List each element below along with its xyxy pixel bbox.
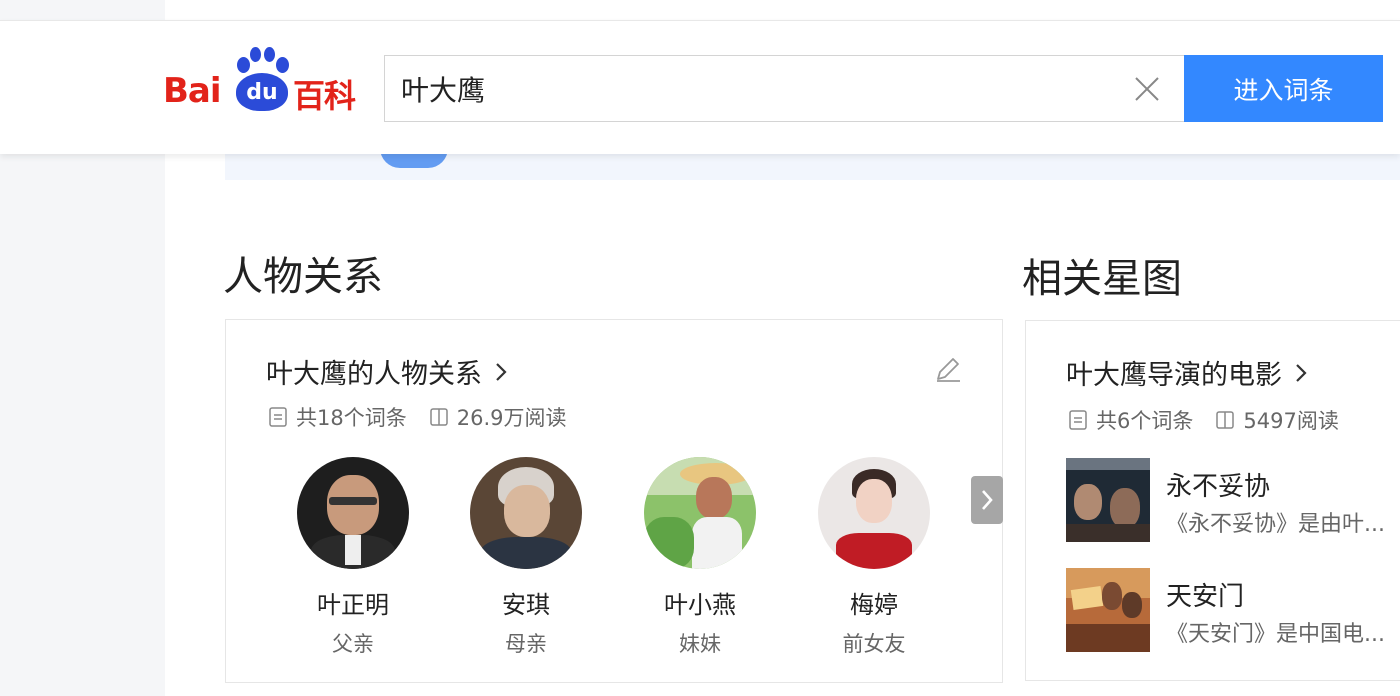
relations-card-meta: 共18个词条 26.9万阅读 [268, 402, 589, 432]
close-icon[interactable] [1133, 75, 1161, 103]
person-relation: 妹妹 [679, 632, 721, 656]
chevron-right-icon [982, 490, 993, 510]
search-box [384, 55, 1186, 122]
movie-item[interactable]: 永不妥协 《永不妥协》是由叶... [1066, 458, 1400, 542]
person-name: 叶正明 [317, 591, 389, 619]
avatar [644, 457, 756, 569]
document-icon [1069, 410, 1087, 430]
relations-section-title: 人物关系 [223, 254, 383, 300]
movie-title: 永不妥协 [1166, 472, 1271, 502]
star-map-card: 叶大鹰导演的电影 共6个词条 5497阅读 永不妥协 《永不妥协》是由叶... … [1025, 320, 1400, 681]
search-input[interactable] [401, 56, 1101, 121]
book-icon [1216, 411, 1235, 429]
logo-text-baike: 百科 [293, 77, 356, 115]
top-header: Bai du 百科 进入词条 [0, 20, 1400, 154]
chevron-right-icon [496, 362, 507, 381]
read-count: 5497阅读 [1243, 409, 1339, 433]
entry-count: 共6个词条 [1096, 409, 1194, 433]
document-icon [269, 407, 287, 427]
entry-count: 共18个词条 [296, 406, 407, 430]
movie-item[interactable]: 天安门 《天安门》是中国电... [1066, 568, 1400, 652]
person-name: 安琪 [502, 591, 550, 619]
star-map-card-meta: 共6个词条 5497阅读 [1068, 405, 1361, 435]
next-arrow-button[interactable] [971, 476, 1003, 524]
relations-card-title-link[interactable]: 叶大鹰的人物关系 [266, 352, 510, 391]
paw-icon: du [233, 47, 291, 113]
person-name: 梅婷 [850, 591, 898, 619]
star-map-section-title: 相关星图 [1022, 256, 1182, 302]
relations-card-title: 叶大鹰的人物关系 [266, 359, 482, 390]
chevron-right-icon [1296, 363, 1307, 382]
movie-description: 《永不妥协》是由叶... [1166, 512, 1385, 537]
person-item[interactable]: 叶正明 父亲 [283, 457, 423, 658]
person-name: 叶小燕 [664, 591, 736, 619]
movie-poster [1066, 568, 1150, 652]
movie-title: 天安门 [1166, 582, 1245, 612]
movie-poster [1066, 458, 1150, 542]
logo-text-bai: Bai [163, 71, 222, 111]
star-map-card-title-link[interactable]: 叶大鹰导演的电影 [1066, 353, 1310, 392]
movie-description: 《天安门》是中国电... [1166, 622, 1385, 647]
avatar [297, 457, 409, 569]
person-item[interactable]: 梅婷 前女友 [804, 457, 944, 658]
baidu-baike-logo[interactable]: Bai du 百科 [163, 47, 368, 117]
person-item[interactable]: 叶小燕 妹妹 [630, 457, 770, 658]
relations-card: 叶大鹰的人物关系 共18个词条 26.9万阅读 叶正明 父亲 安琪 母亲 叶小燕… [225, 319, 1003, 683]
avatar [470, 457, 582, 569]
person-relation: 父亲 [332, 632, 374, 656]
avatar [818, 457, 930, 569]
logo-text-du: du [236, 73, 288, 111]
star-map-card-title: 叶大鹰导演的电影 [1066, 360, 1282, 391]
person-relation: 母亲 [505, 632, 547, 656]
read-count: 26.9万阅读 [456, 406, 567, 430]
person-item[interactable]: 安琪 母亲 [456, 457, 596, 658]
book-icon [429, 408, 448, 426]
person-relation: 前女友 [842, 632, 906, 656]
edit-pencil-icon[interactable] [933, 354, 963, 384]
enter-entry-button[interactable]: 进入词条 [1184, 55, 1383, 122]
